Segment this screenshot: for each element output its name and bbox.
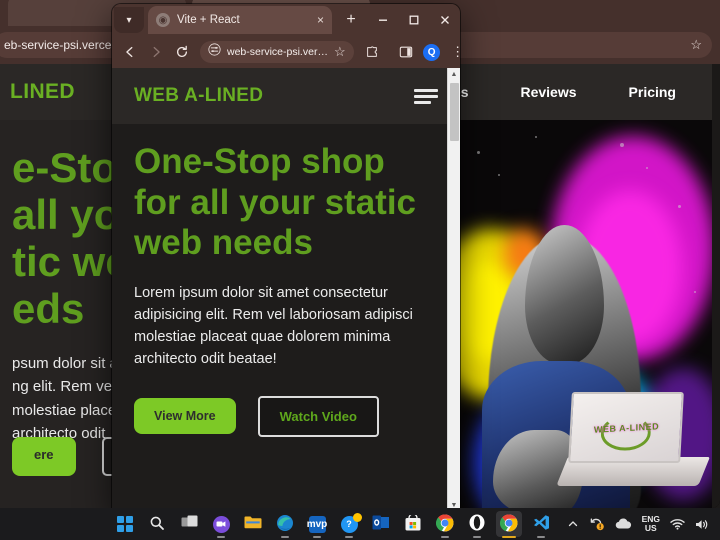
sync-warning-icon[interactable] — [589, 517, 605, 531]
cloud-icon[interactable] — [615, 518, 632, 530]
puzzle-icon[interactable] — [360, 40, 384, 64]
background-nav-pricing[interactable]: Pricing — [629, 84, 676, 100]
site-logo[interactable]: WEB A-LINED — [134, 85, 263, 107]
chrome-icon — [499, 513, 518, 535]
taskbar-items: mvp ? — [112, 511, 554, 538]
opera-icon — [469, 514, 485, 534]
speaker-icon[interactable] — [695, 518, 710, 531]
view-more-button[interactable]: View More — [134, 398, 236, 435]
background-nav-reviews[interactable]: Reviews — [520, 84, 576, 100]
background-hero-image: WEB A-LINED — [456, 120, 720, 508]
more-menu-icon[interactable]: ⋮ — [446, 40, 460, 64]
vscode-button[interactable] — [528, 511, 554, 538]
close-button[interactable] — [429, 5, 460, 36]
help-icon: ? — [340, 512, 362, 533]
popup-tab-title: Vite + React — [177, 14, 240, 26]
vscode-icon — [533, 514, 550, 534]
laptop-graphic: WEB A-LINED — [555, 391, 710, 497]
taskbar: mvp ? ENG US — [0, 508, 720, 540]
chat-icon — [212, 515, 230, 533]
tune-icon[interactable] — [208, 43, 221, 61]
language-indicator[interactable]: ENG US — [642, 515, 660, 533]
store-icon — [405, 512, 421, 534]
search-icon — [149, 515, 165, 534]
chevron-down-icon[interactable]: ▾ — [114, 7, 144, 33]
outlook-icon — [372, 515, 390, 533]
star-icon[interactable]: ☆ — [690, 37, 702, 53]
chat-button[interactable] — [208, 511, 234, 538]
screen: × ● Vite eb-service-psi.vercel.app ☆ LIN… — [0, 0, 720, 540]
hero-paragraph: Lorem ipsum dolor sit amet consectetur a… — [134, 284, 413, 367]
close-icon[interactable]: × — [317, 14, 324, 26]
language-sub: US — [644, 523, 657, 533]
avatar[interactable]: Q — [420, 40, 444, 64]
globe-icon: ◉ — [156, 13, 170, 27]
site-header: WEB A-LINED — [112, 68, 460, 124]
side-panel-icon[interactable] — [394, 40, 418, 64]
scrollbar-up-arrow[interactable]: ▲ — [451, 68, 458, 81]
help-app-button[interactable]: ? — [336, 511, 362, 538]
opera-button[interactable] — [464, 511, 490, 538]
microsoft-store-button[interactable] — [400, 511, 426, 537]
chrome-icon — [435, 513, 454, 535]
background-scrollbar[interactable] — [712, 64, 720, 508]
minimize-button[interactable] — [367, 5, 398, 36]
mvp-icon: mvp — [307, 515, 327, 533]
forward-icon[interactable] — [144, 40, 168, 64]
task-view-button[interactable] — [176, 511, 202, 537]
start-button[interactable] — [112, 511, 138, 537]
folder-icon — [244, 515, 262, 533]
popup-tab-strip: ▾ ◉ Vite + React × + — [112, 4, 460, 36]
star-icon[interactable]: ☆ — [334, 44, 346, 60]
mvp-app-button[interactable]: mvp — [304, 511, 330, 538]
hamburger-icon[interactable] — [414, 88, 438, 104]
hero-buttons: View More Watch Video — [134, 395, 438, 437]
popup-window-controls — [367, 5, 460, 36]
reload-icon[interactable] — [170, 40, 194, 64]
scrollbar-thumb[interactable] — [449, 83, 459, 141]
chevron-up-icon[interactable] — [567, 518, 579, 530]
hero-heading: One-Stop shop for all your static web ne… — [134, 142, 417, 263]
popup-address-bar[interactable]: web-service-psi.ver… ☆ — [200, 41, 354, 63]
popup-scrollbar[interactable]: ▲ ▼ — [447, 68, 460, 512]
wifi-icon[interactable] — [670, 518, 685, 530]
file-explorer-button[interactable] — [240, 511, 266, 537]
background-site-logo[interactable]: LINED — [10, 80, 75, 104]
edge-button[interactable] — [272, 511, 298, 538]
splash-art-image: WEB A-LINED — [456, 120, 720, 508]
profile-initial: Q — [423, 43, 441, 61]
task-view-icon — [181, 515, 198, 533]
search-button[interactable] — [144, 511, 170, 537]
maximize-button[interactable] — [398, 5, 429, 36]
popup-url-text: web-service-psi.ver… — [227, 46, 328, 58]
system-tray: ENG US — [567, 515, 720, 533]
hero-section: One-Stop shop for all your static web ne… — [112, 124, 460, 437]
new-tab-button[interactable]: + — [338, 7, 364, 33]
popup-browser-window[interactable]: ▾ ◉ Vite + React × + web-service-psi.ver… — [112, 4, 460, 512]
windows-logo-icon — [117, 516, 133, 532]
chrome-button[interactable] — [432, 511, 458, 538]
popup-tab-vite-react[interactable]: ◉ Vite + React × — [148, 6, 332, 34]
watch-video-button[interactable]: Watch Video — [257, 395, 379, 437]
popup-toolbar: web-service-psi.ver… ☆ Q ⋮ — [112, 36, 460, 68]
background-view-more-button[interactable]: ere — [12, 437, 76, 476]
chrome-active-button[interactable] — [496, 511, 522, 538]
popup-page-content: WEB A-LINED One-Stop shop for all your s… — [112, 68, 460, 512]
edge-icon — [276, 514, 294, 535]
outlook-button[interactable] — [368, 511, 394, 537]
back-icon[interactable] — [118, 40, 142, 64]
